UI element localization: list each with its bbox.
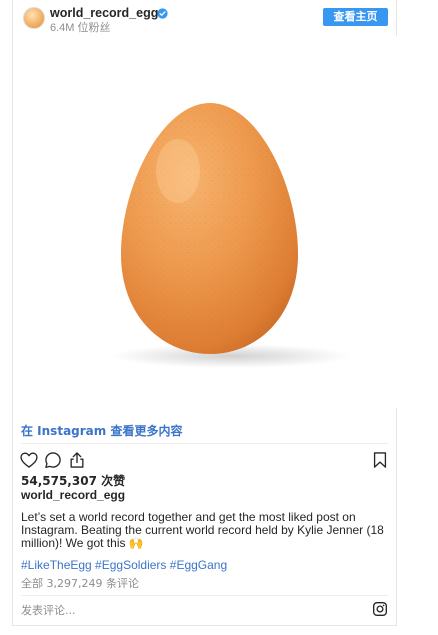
follower-count: 6.4M 位粉丝	[50, 22, 111, 34]
post-header: world_record_egg 6.4M 位粉丝 查看主页	[13, 0, 396, 36]
post-owner-link[interactable]: world_record_egg	[21, 488, 125, 502]
username-link[interactable]: world_record_egg	[50, 6, 158, 20]
verified-badge-icon	[157, 8, 168, 19]
bookmark-icon[interactable]	[370, 450, 390, 470]
hashtag-links[interactable]: #LikeTheEgg #EggSoldiers #EggGang	[21, 558, 227, 572]
avatar[interactable]	[23, 7, 45, 29]
comment-input[interactable]: 发表评论...	[21, 602, 76, 618]
divider	[21, 443, 388, 444]
heart-icon[interactable]	[19, 450, 39, 470]
embedded-post-card: world_record_egg 6.4M 位粉丝 查看主页 在 Instagr…	[12, 0, 398, 626]
comment-icon[interactable]	[43, 450, 63, 470]
view-more-on-instagram-link[interactable]: 在 Instagram 查看更多内容	[21, 422, 182, 439]
action-bar	[13, 450, 396, 470]
share-icon[interactable]	[67, 450, 87, 470]
egg-image	[111, 103, 351, 368]
view-all-comments-link[interactable]: 全部 3,297,249 条评论	[21, 575, 139, 591]
view-profile-button[interactable]: 查看主页	[323, 8, 388, 26]
instagram-icon[interactable]	[372, 601, 388, 617]
divider	[21, 595, 388, 596]
post-caption: Let’s set a world record together and ge…	[21, 510, 384, 550]
post-image[interactable]	[13, 36, 398, 408]
like-count[interactable]: 54,575,307 次赞	[21, 472, 125, 489]
